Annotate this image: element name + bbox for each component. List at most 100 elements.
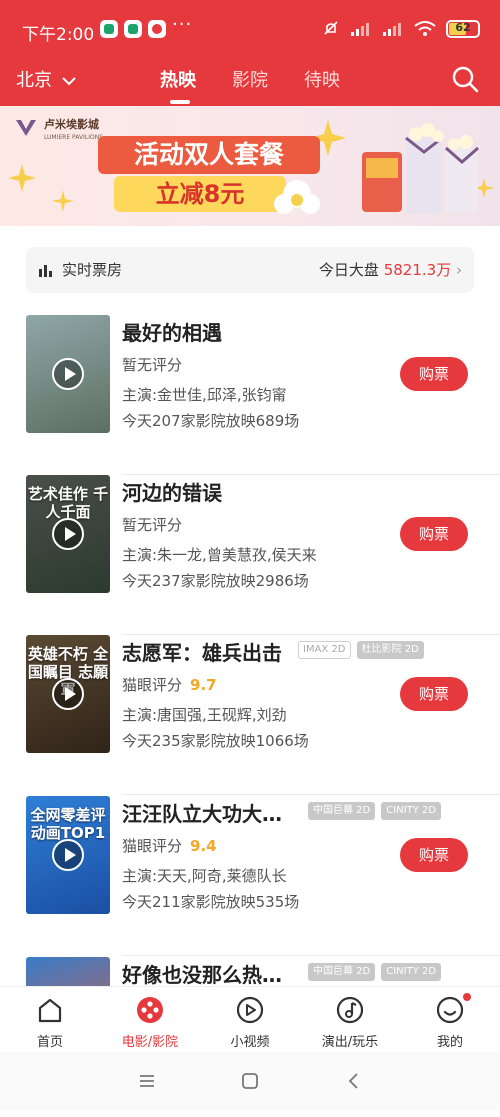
city-label: 北京 <box>16 70 52 91</box>
box-office-total: 今日大盘 5821.3万 › <box>319 259 462 280</box>
chat-notification-icon <box>148 20 166 38</box>
city-selector[interactable]: 北京 <box>16 66 76 92</box>
chevron-down-icon <box>62 77 76 86</box>
silent-icon <box>324 21 338 35</box>
box-office-label: 实时票房 <box>62 261 123 279</box>
box-office-bar[interactable]: 实时票房 今日大盘 5821.3万 › <box>26 247 474 293</box>
more-notifications-icon: ··· <box>172 14 193 35</box>
movie-item[interactable]: 最好的相遇暂无评分主演:金世佳,邱泽,张钧甯 今天207家影院放映689场 购票 <box>0 315 500 475</box>
signal-icon <box>351 23 369 36</box>
status-time: 下午2:00 <box>22 25 95 45</box>
poster-text: 艺术佳作 千人千面 <box>27 485 109 521</box>
format-tag: 中国巨幕 2D <box>308 963 376 981</box>
tab-now-showing[interactable]: 热映 <box>160 66 196 92</box>
brand-name: 卢米埃影城 <box>44 118 99 131</box>
movie-rating: 暂无评分 <box>122 354 182 375</box>
bottom-nav-home[interactable]: 首页 <box>5 995 95 1050</box>
format-tags: IMAX 2D 杜比影院 2D <box>298 641 424 659</box>
format-tags: 中国巨幕 2D CINITY 2D <box>308 963 442 981</box>
bottom-nav-label: 小视频 <box>230 1035 270 1050</box>
buy-ticket-button[interactable]: 购票 <box>400 838 468 872</box>
movie-title: 最好的相遇 <box>122 321 222 345</box>
popcorn-combo-image <box>362 123 479 214</box>
movie-cast: 主演:朱一龙,曾美慧孜,侯天来 <box>122 546 317 564</box>
battery-percent: 62 <box>455 21 471 34</box>
menu-icon[interactable] <box>134 1068 160 1094</box>
home-icon <box>38 998 62 1023</box>
sparkle-icon <box>52 190 74 212</box>
rating-score: 9.7 <box>190 676 217 694</box>
play-circle-icon <box>236 996 264 1024</box>
back-icon[interactable] <box>341 1068 367 1094</box>
bottom-nav-label: 演出/玩乐 <box>321 1035 379 1050</box>
chevron-right-icon: › <box>456 261 462 279</box>
signal-icon <box>383 23 401 36</box>
movie-poster[interactable] <box>26 315 110 433</box>
bottom-nav-profile[interactable]: 我的 <box>405 993 495 1050</box>
movie-cast: 主演:天天,阿奇,莱德队长 <box>122 867 287 885</box>
active-tab-indicator <box>170 100 190 104</box>
rating-label: 猫眼评分 <box>122 837 183 855</box>
sparkle-icon <box>8 164 36 192</box>
movie-poster[interactable]: 英雄不朽 全国瞩目 志願軍 <box>26 635 110 753</box>
today-total-label: 今日大盘 <box>318 261 379 279</box>
bottom-nav-videos[interactable]: 小视频 <box>205 995 295 1050</box>
buy-ticket-button[interactable]: 购票 <box>400 357 468 391</box>
format-tags: 中国巨幕 2D CINITY 2D <box>308 802 442 820</box>
wifi-icon <box>414 21 436 36</box>
tab-coming-soon[interactable]: 待映 <box>304 66 340 92</box>
bottom-nav-label: 电影/影院 <box>121 1035 179 1050</box>
movie-rating: 猫眼评分 9.7 <box>122 674 217 695</box>
play-trailer-icon[interactable] <box>52 358 84 390</box>
movie-showings: 今天237家影院放映2986场 <box>122 572 309 590</box>
buy-ticket-button[interactable]: 购票 <box>400 517 468 551</box>
movie-title: 汪汪队立大功大… <box>122 802 282 826</box>
bottom-nav: 首页 电影/影院 小视频 演出/玩乐 我的 <box>0 986 500 1053</box>
divider <box>122 955 500 956</box>
movie-item[interactable]: 英雄不朽 全国瞩目 志願軍 志愿军：雄兵出击 IMAX 2D 杜比影院 2D 猫眼评分 9… <box>0 635 500 795</box>
format-tag: 杜比影院 2D <box>356 641 424 659</box>
play-trailer-icon[interactable] <box>52 518 84 550</box>
system-nav-bar <box>0 1052 500 1111</box>
movie-item[interactable]: 艺术佳作 千人千面 河边的错误 暂无评分 主演:朱一龙,曾美慧孜,侯天来 今天237家影… <box>0 475 500 635</box>
search-icon[interactable] <box>450 64 480 94</box>
music-note-icon <box>336 996 364 1024</box>
movie-poster[interactable]: 全网零差评 动画TOP1 <box>26 796 110 914</box>
movie-cast: 主演:唐国强,王砚辉,刘劲 <box>122 706 287 724</box>
bottom-nav-movies[interactable]: 电影/影院 <box>105 995 195 1050</box>
movie-cast: 主演:金世佳,邱泽,张钧甯 <box>122 386 287 404</box>
movie-item[interactable]: 全网零差评 动画TOP1 汪汪队立大功大… 中国巨幕 2D CINITY 2D 猫眼评分… <box>0 796 500 956</box>
format-tag: IMAX 2D <box>298 641 351 659</box>
promo-banner[interactable]: 卢米埃影城 LUMIERE PAVILIONS 活动双人套餐 立减8元 <box>0 106 500 226</box>
bar-chart-icon <box>39 265 52 277</box>
notification-dot <box>463 993 471 1001</box>
film-reel-icon <box>137 997 163 1023</box>
lumiere-logo-icon <box>16 120 36 136</box>
app-notification-icon <box>100 20 118 38</box>
bottom-nav-label: 首页 <box>36 1035 63 1050</box>
poster-text: 全网零差评 动画TOP1 <box>30 806 106 842</box>
buy-ticket-button[interactable]: 购票 <box>400 677 468 711</box>
top-nav: 北京 热映 影院 待映 <box>0 60 500 106</box>
play-trailer-icon[interactable] <box>52 678 84 710</box>
format-tag: 中国巨幕 2D <box>308 802 376 820</box>
play-trailer-icon[interactable] <box>52 839 84 871</box>
app-notification-icon <box>124 20 142 38</box>
movie-showings: 今天207家影院放映689场 <box>122 412 300 430</box>
promo-discount: 立减8元 <box>114 176 286 212</box>
movie-showings: 今天211家影院放映535场 <box>122 893 300 911</box>
rating-label: 猫眼评分 <box>122 676 183 694</box>
home-square-icon[interactable] <box>237 1068 263 1094</box>
profile-icon <box>436 996 464 1024</box>
format-tag: CINITY 2D <box>381 963 442 981</box>
movie-title: 河边的错误 <box>122 481 222 505</box>
bottom-nav-label: 我的 <box>436 1035 463 1050</box>
tab-cinemas[interactable]: 影院 <box>232 66 268 92</box>
movie-rating: 猫眼评分 9.4 <box>122 835 217 856</box>
bottom-nav-shows[interactable]: 演出/玩乐 <box>305 995 395 1050</box>
movie-title: 志愿军：雄兵出击 <box>122 641 282 665</box>
movie-poster[interactable]: 艺术佳作 千人千面 <box>26 475 110 593</box>
movie-showings: 今天235家影院放映1066场 <box>122 732 309 750</box>
status-indicators: 62 <box>322 16 480 42</box>
rating-label: 暂无评分 <box>122 356 183 374</box>
